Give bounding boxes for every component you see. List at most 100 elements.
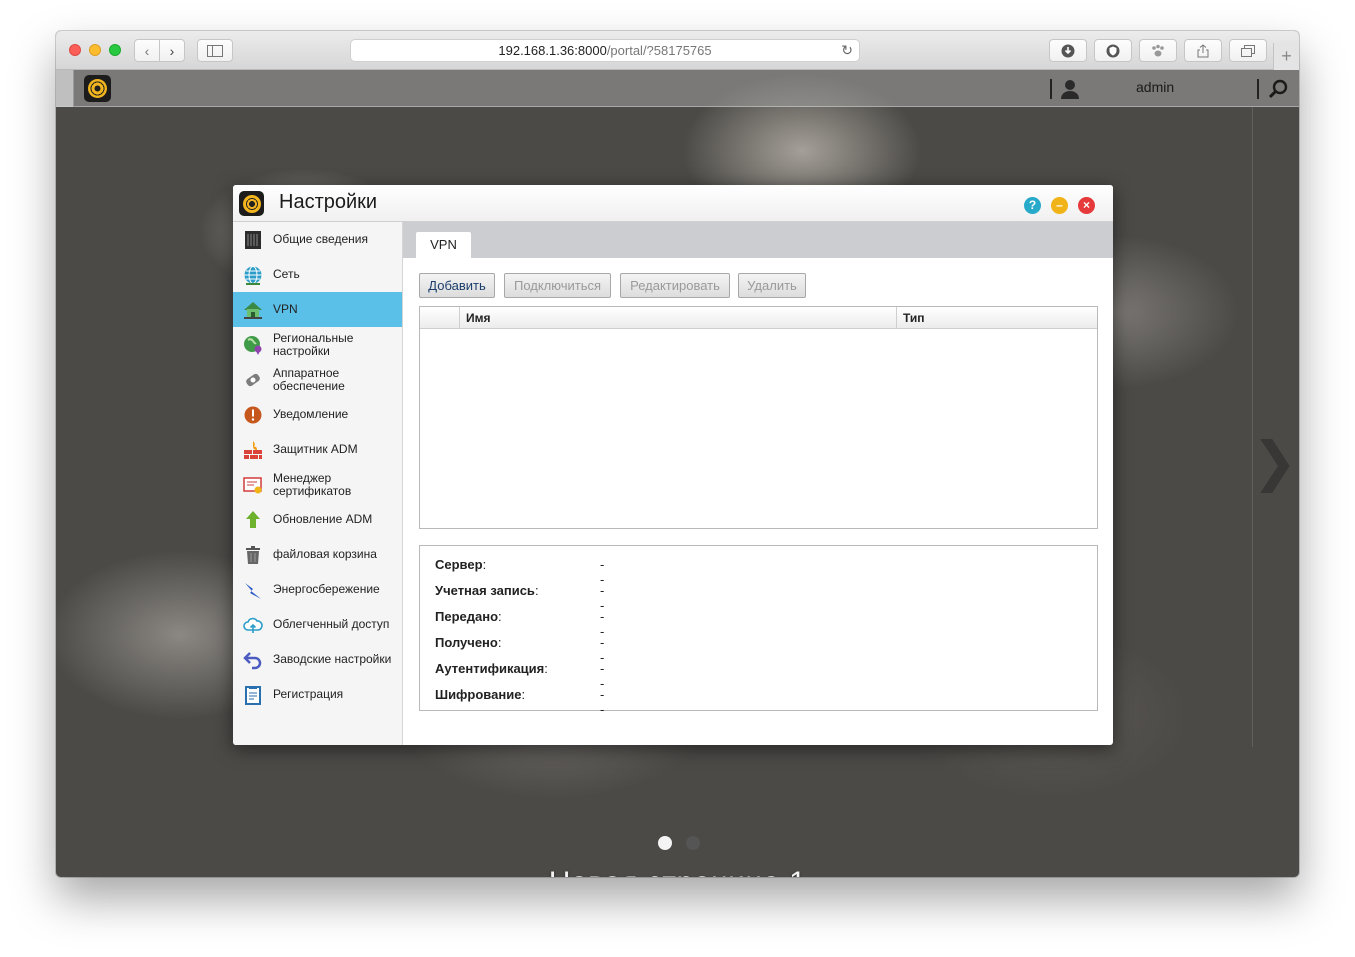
username-label[interactable]: admin: [1136, 79, 1174, 95]
downloads-button[interactable]: [1049, 39, 1087, 62]
delete-button[interactable]: Удалить: [738, 273, 806, 298]
sidebar-item-label: Региональные настройки: [273, 330, 354, 358]
sidebar-item-update[interactable]: Обновление ADM: [233, 502, 402, 537]
detail-label-text: Передано: [435, 609, 499, 624]
address-bar[interactable]: 192.168.1.36:8000/portal/?58175765 ↻: [350, 39, 860, 62]
firewall-icon: [242, 439, 264, 461]
column-divider[interactable]: [896, 307, 897, 328]
sidebar-item-factory-reset[interactable]: Заводские настройки: [233, 642, 402, 677]
tabs-icon: [1241, 44, 1255, 57]
sidebar-item-energy[interactable]: Энергосбережение: [233, 572, 402, 607]
sidebar-item-label: Заводские настройки: [273, 652, 392, 666]
next-page-arrow-icon[interactable]: ❯: [1252, 430, 1297, 493]
sidebar-item-certificates[interactable]: Менеджер сертификатов: [233, 467, 402, 502]
adm-taskbar: admin: [56, 70, 1299, 107]
url-host: 192.168.1.36:8000: [498, 43, 607, 58]
sidebar-item-registration[interactable]: Регистрация: [233, 677, 402, 712]
close-button[interactable]: ×: [1078, 197, 1095, 214]
sidebar-item-label: VPN: [273, 302, 298, 316]
desktop-page-name: Новая страница 1: [56, 866, 1299, 877]
registration-icon: [242, 684, 264, 706]
detail-colon: :: [544, 661, 548, 676]
sidebar-item-notification[interactable]: Уведомление: [233, 397, 402, 432]
sidebar-item-label: Сеть: [273, 267, 300, 281]
sidebar-item-general[interactable]: Общие сведения: [233, 222, 402, 257]
extension-button[interactable]: [1094, 39, 1132, 62]
sidebar-item-label: Общие сведения: [273, 232, 368, 246]
sidebar-item-label: Обновление ADM: [273, 512, 373, 526]
trash-icon: [242, 544, 264, 566]
detail-label-text: Получено: [435, 635, 498, 650]
update-arrow-icon: [242, 509, 264, 531]
sidebar-item-label: Регистрация: [273, 687, 344, 701]
settings-app-launcher[interactable]: [84, 75, 111, 102]
tab-strip: VPN: [403, 222, 1113, 258]
detail-label-text: Аутентификация: [435, 661, 545, 676]
column-header-type[interactable]: Тип: [903, 311, 925, 325]
sidebar-item-regional[interactable]: Региональные настройки: [233, 327, 402, 362]
detail-colon: :: [498, 609, 502, 624]
minimize-button[interactable]: –: [1051, 197, 1068, 214]
url-path: /portal/?58175765: [606, 43, 712, 58]
certificate-icon: [242, 474, 264, 496]
paw-extension-button[interactable]: [1139, 39, 1177, 62]
help-button[interactable]: ?: [1024, 197, 1041, 214]
forward-button[interactable]: ›: [159, 39, 185, 62]
dialog-header[interactable]: Настройки ? – ×: [233, 185, 1113, 222]
sidebar-toggle-button[interactable]: [197, 39, 233, 62]
settings-wheel-icon: [88, 79, 107, 98]
adm-desktop: admin ❯ Новая страница 1 Настройки ? – ×: [56, 70, 1299, 877]
close-window-button[interactable]: [69, 44, 81, 56]
taskbar-left-edge: [56, 70, 74, 107]
add-button[interactable]: Добавить: [419, 273, 495, 298]
energy-icon: [242, 579, 264, 601]
user-icon[interactable]: [1059, 78, 1081, 100]
sidebar-item-recycle-bin[interactable]: файловая корзина: [233, 537, 402, 572]
sidebar-item-easy-access[interactable]: Облегченный доступ: [233, 607, 402, 642]
back-button[interactable]: ‹: [134, 39, 160, 62]
connection-details: Сервер: -- Учетная запись: -- Передано: …: [419, 545, 1098, 717]
detail-colon: :: [521, 687, 526, 702]
sidebar-item-defender[interactable]: Защитник ADM: [233, 432, 402, 467]
connect-button[interactable]: Подключиться: [504, 273, 611, 298]
tab-vpn[interactable]: VPN: [416, 232, 471, 258]
vpn-profiles-table[interactable]: Имя Тип: [419, 306, 1098, 529]
search-icon[interactable]: [1268, 79, 1288, 99]
table-header: Имя Тип: [420, 307, 1097, 329]
select-column-header[interactable]: [420, 307, 460, 328]
page-dot-2[interactable]: [686, 836, 700, 850]
desktop-divider: [1252, 107, 1253, 747]
sidebar-item-hardware[interactable]: Аппаратное обеспечение: [233, 362, 402, 397]
share-icon: [1197, 43, 1209, 57]
settings-wheel-icon: [242, 194, 261, 213]
tabs-overview-button[interactable]: [1229, 39, 1267, 62]
settings-sidebar: Общие сведения Сеть VPN Региональные нас…: [233, 222, 403, 745]
detail-label: Аутентификация:: [435, 661, 595, 676]
sidebar-item-label: Уведомление: [273, 407, 349, 421]
detail-label: Шифрование:: [435, 687, 595, 702]
edit-button[interactable]: Редактировать: [620, 273, 730, 298]
server-icon: [242, 229, 264, 251]
settings-app-icon: [239, 191, 264, 216]
sidebar-item-label: Облегченный доступ: [273, 617, 390, 631]
page-dot-1[interactable]: [658, 836, 672, 850]
detail-label-text: Учетная запись: [435, 583, 535, 598]
reload-icon[interactable]: ↻: [841, 40, 853, 61]
detail-label: Передано:: [435, 609, 595, 624]
hardware-icon: [242, 369, 264, 391]
sidebar-item-vpn[interactable]: VPN: [233, 292, 402, 327]
globe-icon: [242, 264, 264, 286]
new-tab-button[interactable]: +: [1273, 43, 1299, 70]
minimize-window-button[interactable]: [89, 44, 101, 56]
region-globe-icon: [242, 334, 264, 356]
vpn-content: VPN Добавить Подключиться Редактировать …: [403, 222, 1113, 745]
column-header-name[interactable]: Имя: [466, 311, 491, 325]
share-button[interactable]: [1184, 39, 1222, 62]
reset-icon: [242, 649, 264, 671]
sidebar-item-network[interactable]: Сеть: [233, 257, 402, 292]
taskbar-divider: [1257, 79, 1259, 99]
zoom-window-button[interactable]: [109, 44, 121, 56]
detail-label: Учетная запись:: [435, 583, 595, 598]
detail-colon: :: [497, 635, 502, 650]
sidebar-item-label: Менеджер сертификатов: [273, 470, 352, 498]
